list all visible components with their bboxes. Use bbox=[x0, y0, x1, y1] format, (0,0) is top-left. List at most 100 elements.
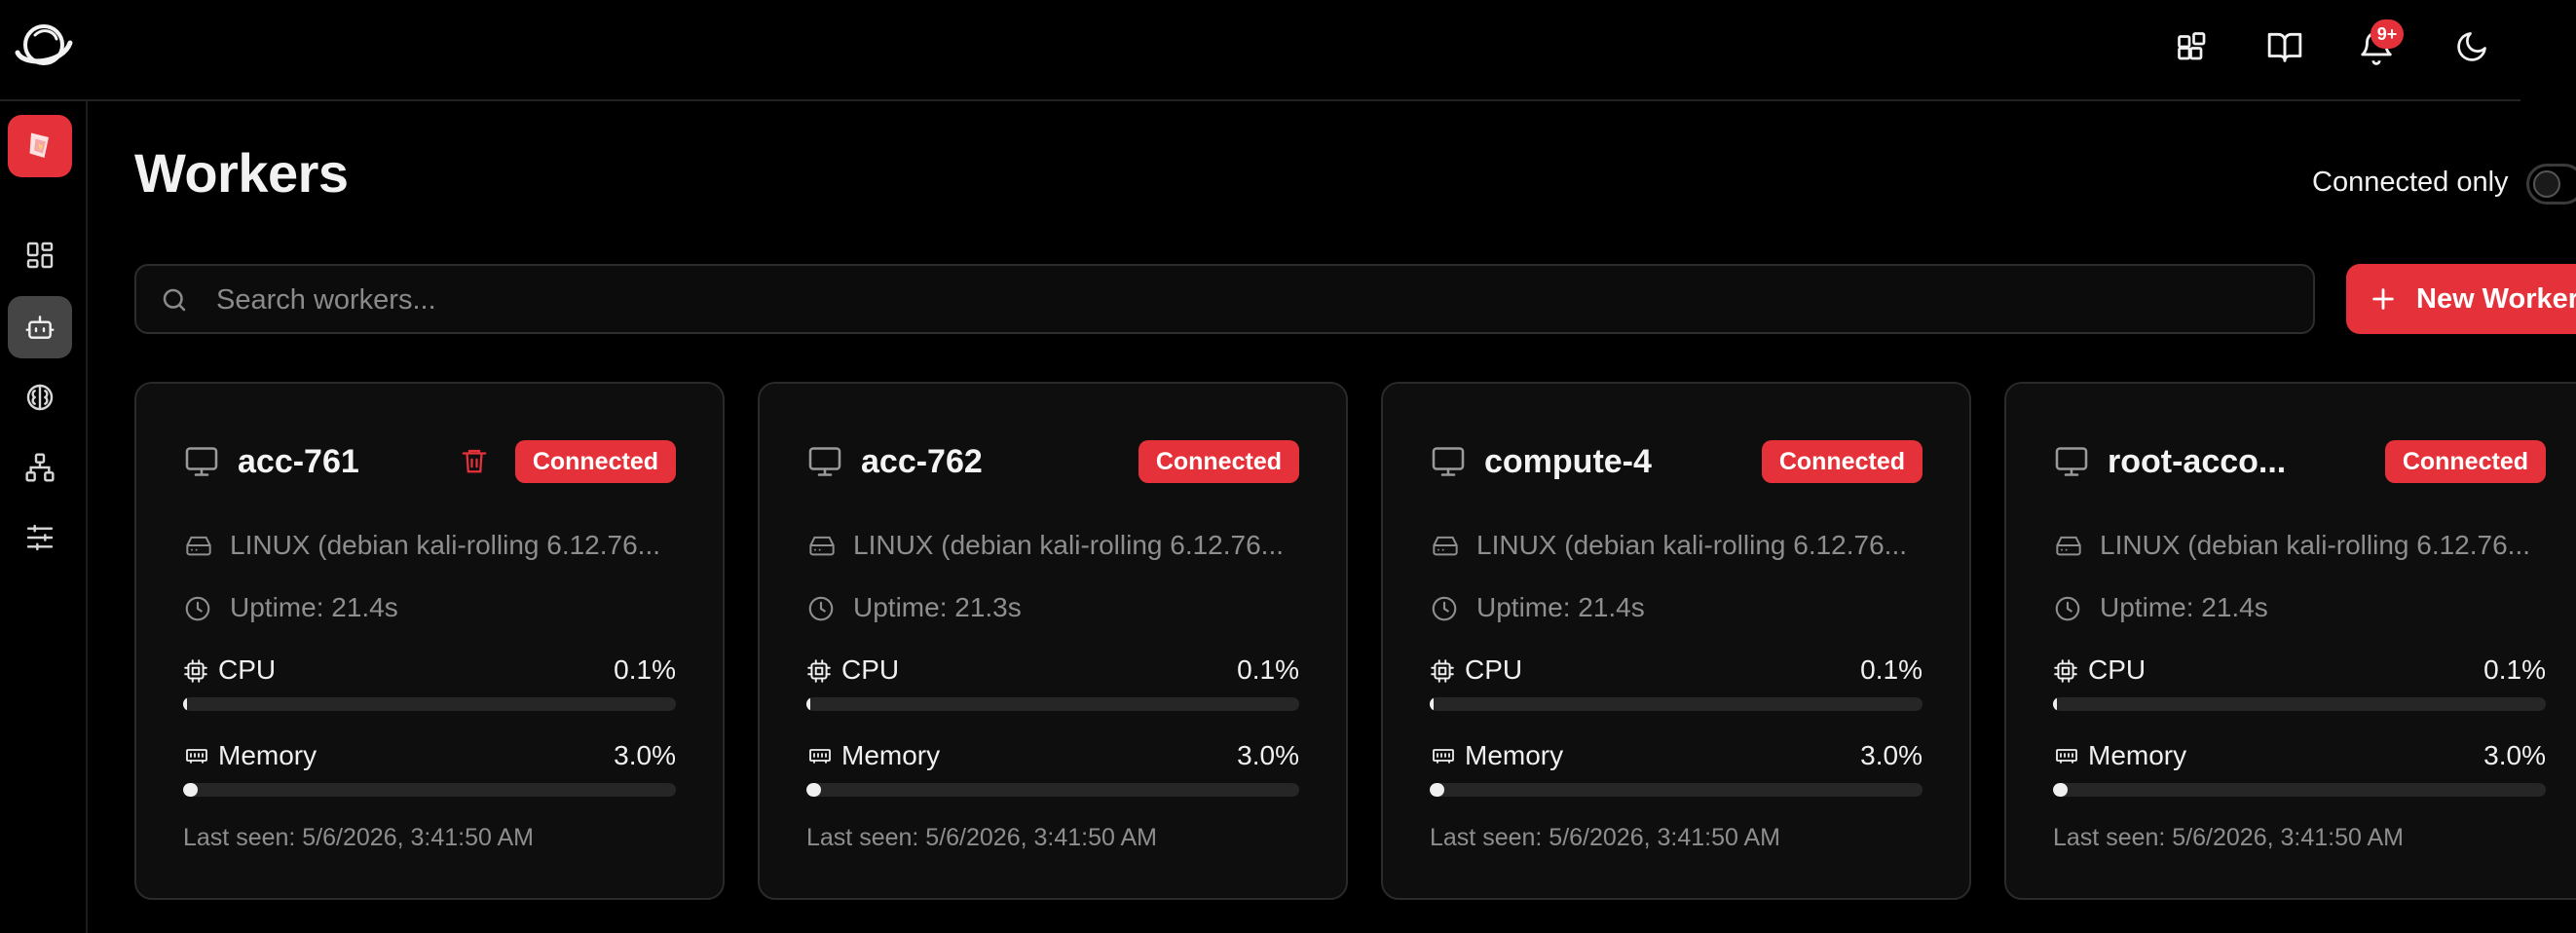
hard-drive-icon bbox=[186, 536, 211, 556]
bot-icon[interactable] bbox=[8, 296, 72, 358]
memory-row: Memory 3.0% bbox=[2053, 738, 2546, 773]
app-icon[interactable] bbox=[8, 115, 72, 177]
hard-drive-icon bbox=[809, 536, 835, 556]
clock-icon bbox=[2055, 596, 2080, 621]
sliders-icon[interactable] bbox=[8, 506, 72, 569]
status-badge: Connected bbox=[2384, 440, 2546, 483]
memory-stick-icon bbox=[809, 749, 831, 764]
monitor-icon bbox=[2053, 444, 2090, 484]
plus-icon bbox=[2370, 285, 2397, 313]
worker-card[interactable]: acc-761 Connected LINUX (debian kali-rol… bbox=[134, 382, 725, 900]
monitor-icon bbox=[1430, 444, 1467, 484]
memory-row: Memory 3.0% bbox=[1430, 738, 1923, 773]
os-row: LINUX (debian kali-rolling 6.12.76... bbox=[1430, 528, 1923, 563]
search-bar bbox=[134, 264, 2315, 334]
worker-card-header: acc-762 Connected bbox=[806, 440, 1299, 483]
memory-row: Memory 3.0% bbox=[183, 738, 676, 773]
cpu-progress-fill bbox=[183, 697, 187, 711]
status-badge: Connected bbox=[514, 440, 676, 483]
worker-card[interactable]: compute-4 Connected LINUX (debian kali-r… bbox=[1381, 382, 1971, 900]
worker-os: LINUX (debian kali-rolling 6.12.76... bbox=[2100, 530, 2531, 560]
memory-progress-fill bbox=[2053, 783, 2069, 797]
moon-icon[interactable] bbox=[2445, 19, 2499, 74]
worker-card[interactable]: acc-762 Connected LINUX (debian kali-rol… bbox=[758, 382, 1348, 900]
uptime-row: Uptime: 21.4s bbox=[1430, 590, 1923, 625]
brain-icon[interactable] bbox=[8, 366, 72, 429]
last-seen: Last seen: 5/6/2026, 3:41:50 AM bbox=[1430, 824, 1780, 851]
worker-card-header: compute-4 Connected bbox=[1430, 440, 1923, 483]
hard-drive-icon bbox=[2056, 536, 2081, 556]
worker-uptime: Uptime: 21.3s bbox=[853, 592, 1022, 622]
memory-value: 3.0% bbox=[1237, 740, 1299, 770]
cpu-icon bbox=[2054, 659, 2077, 683]
worker-card[interactable]: root-acco... Connected LINUX (debian kal… bbox=[2004, 382, 2576, 900]
worker-os: LINUX (debian kali-rolling 6.12.76... bbox=[230, 530, 661, 560]
search-input[interactable] bbox=[214, 266, 2263, 334]
monitor-icon bbox=[806, 444, 843, 484]
top-bar: 9+ bbox=[0, 0, 2520, 101]
cpu-progress-bar bbox=[2053, 697, 2546, 711]
cpu-label: CPU bbox=[1465, 654, 1523, 685]
uptime-row: Uptime: 21.4s bbox=[183, 590, 676, 625]
clock-icon bbox=[808, 596, 834, 621]
worker-os: LINUX (debian kali-rolling 6.12.76... bbox=[1476, 530, 1908, 560]
trash-icon[interactable] bbox=[460, 445, 489, 481]
memory-label: Memory bbox=[1465, 740, 1564, 770]
memory-value: 3.0% bbox=[2483, 740, 2546, 770]
memory-label: Memory bbox=[841, 740, 941, 770]
bell-icon[interactable]: 9+ bbox=[2349, 19, 2404, 74]
worker-name: acc-762 bbox=[861, 443, 983, 480]
toggle-knob bbox=[2533, 170, 2560, 198]
memory-progress-bar bbox=[806, 783, 1299, 797]
worker-card-header: acc-761 Connected bbox=[183, 440, 676, 483]
cpu-value: 0.1% bbox=[614, 654, 676, 685]
dashboard-icon[interactable] bbox=[8, 224, 72, 286]
memory-progress-fill bbox=[183, 783, 199, 797]
worker-name: root-acco... bbox=[2108, 443, 2287, 480]
memory-value: 3.0% bbox=[1860, 740, 1923, 770]
cpu-label: CPU bbox=[841, 654, 900, 685]
worker-name: compute-4 bbox=[1484, 443, 1652, 480]
memory-progress-fill bbox=[1430, 783, 1445, 797]
worker-os: LINUX (debian kali-rolling 6.12.76... bbox=[853, 530, 1285, 560]
cpu-value: 0.1% bbox=[2483, 654, 2546, 685]
worker-uptime: Uptime: 21.4s bbox=[1476, 592, 1645, 622]
blocks-icon[interactable] bbox=[2165, 19, 2220, 74]
uptime-row: Uptime: 21.4s bbox=[2053, 590, 2546, 625]
connected-only-toggle[interactable] bbox=[2526, 164, 2576, 205]
worker-name: acc-761 bbox=[238, 443, 359, 480]
cpu-icon bbox=[184, 659, 207, 683]
memory-progress-bar bbox=[2053, 783, 2546, 797]
book-open-icon[interactable] bbox=[2258, 19, 2312, 74]
new-worker-button[interactable]: New Worker bbox=[2346, 264, 2576, 334]
network-icon[interactable] bbox=[8, 436, 72, 499]
search-icon bbox=[160, 285, 189, 319]
memory-progress-bar bbox=[183, 783, 676, 797]
sidebar bbox=[0, 101, 88, 933]
clock-icon bbox=[1432, 596, 1457, 621]
cpu-icon bbox=[807, 659, 831, 683]
status-badge: Connected bbox=[1761, 440, 1923, 483]
worker-uptime: Uptime: 21.4s bbox=[2100, 592, 2268, 622]
cpu-progress-bar bbox=[183, 697, 676, 711]
worker-card-header: root-acco... Connected bbox=[2053, 440, 2546, 483]
last-seen: Last seen: 5/6/2026, 3:41:50 AM bbox=[806, 824, 1157, 851]
new-worker-label: New Worker bbox=[2416, 282, 2576, 315]
planet-logo-icon[interactable] bbox=[14, 16, 74, 76]
last-seen: Last seen: 5/6/2026, 3:41:50 AM bbox=[183, 824, 534, 851]
cpu-value: 0.1% bbox=[1860, 654, 1923, 685]
cpu-label: CPU bbox=[218, 654, 277, 685]
memory-row: Memory 3.0% bbox=[806, 738, 1299, 773]
cpu-value: 0.1% bbox=[1237, 654, 1299, 685]
os-row: LINUX (debian kali-rolling 6.12.76... bbox=[183, 528, 676, 563]
cpu-progress-bar bbox=[1430, 697, 1923, 711]
memory-label: Memory bbox=[2088, 740, 2187, 770]
last-seen: Last seen: 5/6/2026, 3:41:50 AM bbox=[2053, 824, 2404, 851]
memory-stick-icon bbox=[1433, 749, 1454, 764]
memory-value: 3.0% bbox=[614, 740, 676, 770]
monitor-icon bbox=[183, 444, 220, 484]
os-row: LINUX (debian kali-rolling 6.12.76... bbox=[806, 528, 1299, 563]
notification-badge: 9+ bbox=[2371, 19, 2404, 49]
memory-stick-icon bbox=[2056, 749, 2077, 764]
memory-stick-icon bbox=[186, 749, 207, 764]
